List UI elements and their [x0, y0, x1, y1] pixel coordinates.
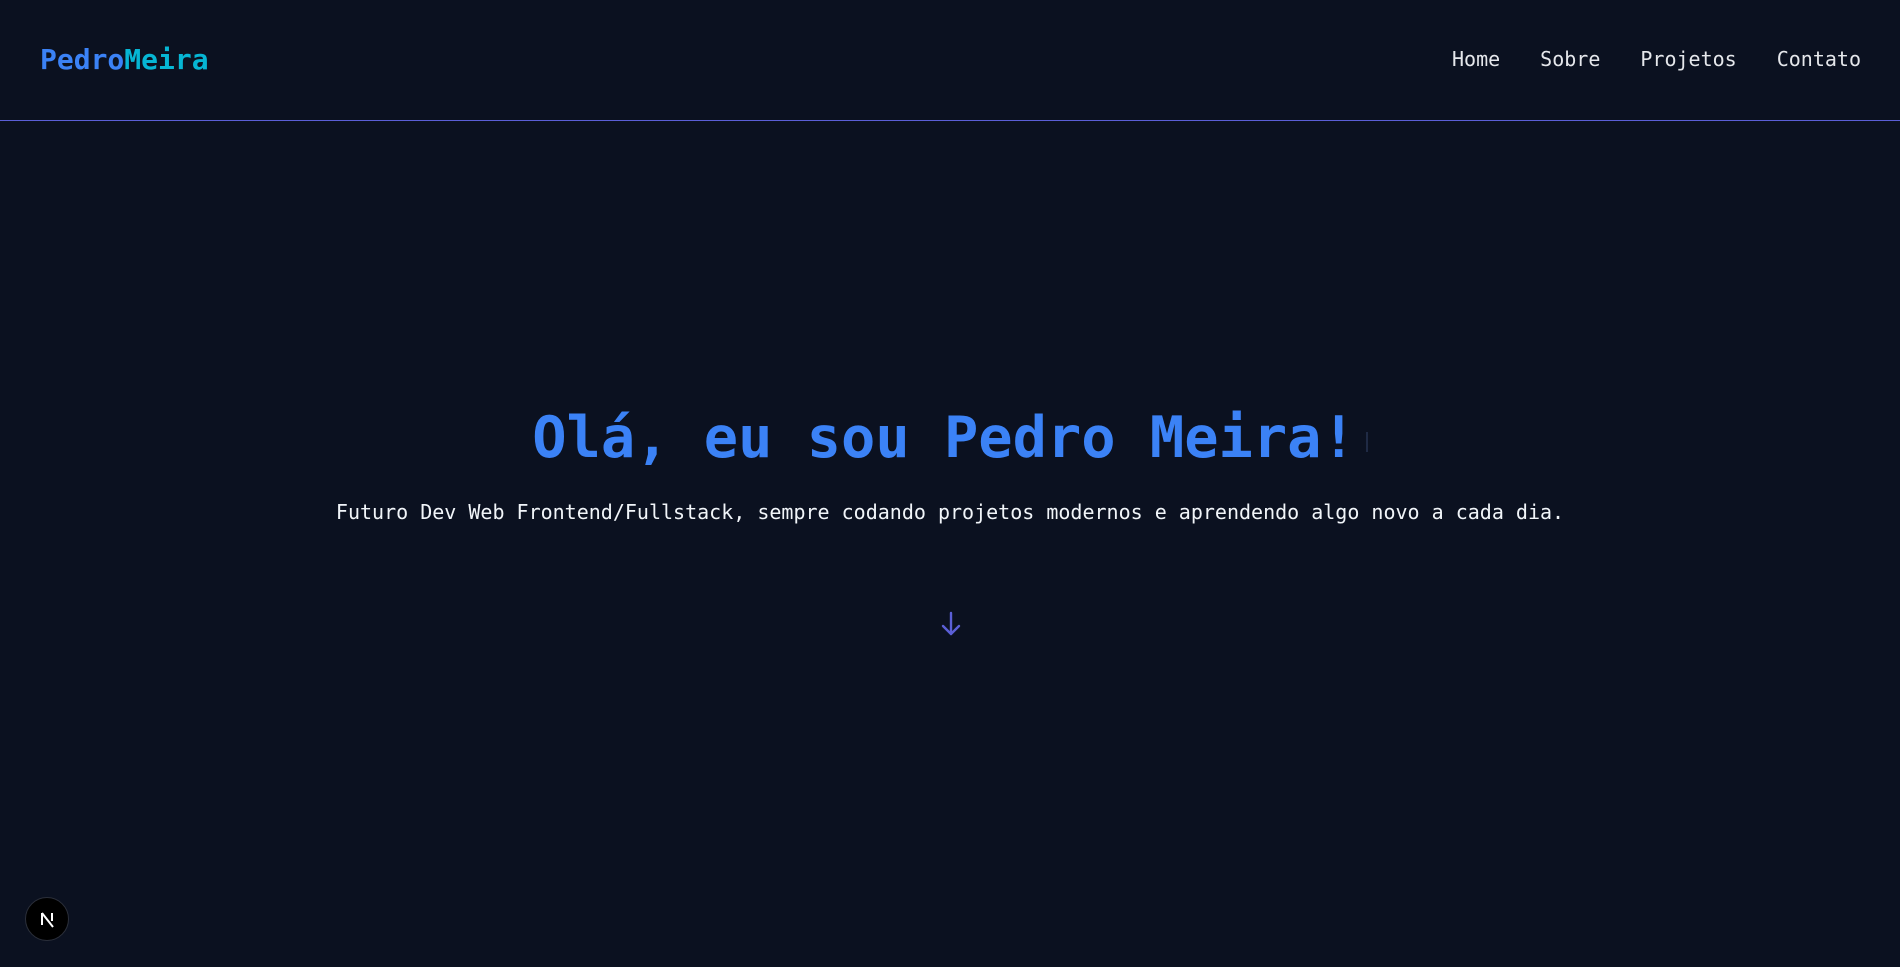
brand-logo[interactable]: PedroMeira: [40, 42, 209, 78]
page: PedroMeira Home Sobre Projetos Contato O…: [0, 0, 1900, 967]
brand-last-name: Meira: [124, 43, 209, 76]
nextjs-dev-indicator[interactable]: [25, 897, 69, 941]
typing-caret: [1365, 431, 1368, 452]
nav-link-projetos[interactable]: Projetos: [1640, 46, 1736, 72]
brand-first-name: Pedro: [40, 43, 125, 76]
nav-links: Home Sobre Projetos Contato: [1452, 46, 1861, 72]
nav-link-sobre[interactable]: Sobre: [1540, 46, 1600, 72]
nav-link-contato[interactable]: Contato: [1777, 46, 1861, 72]
hero-subtitle: Futuro Dev Web Frontend/Fullstack, sempr…: [335, 500, 1565, 524]
hero-title: Olá, eu sou Pedro Meira!: [532, 405, 1356, 472]
hero-title-wrap: Olá, eu sou Pedro Meira!: [0, 403, 1900, 473]
arrow-down-icon[interactable]: [939, 610, 963, 638]
nextjs-logo-icon: [41, 912, 54, 928]
nav-link-home[interactable]: Home: [1452, 46, 1500, 72]
navbar: PedroMeira Home Sobre Projetos Contato: [0, 0, 1900, 121]
